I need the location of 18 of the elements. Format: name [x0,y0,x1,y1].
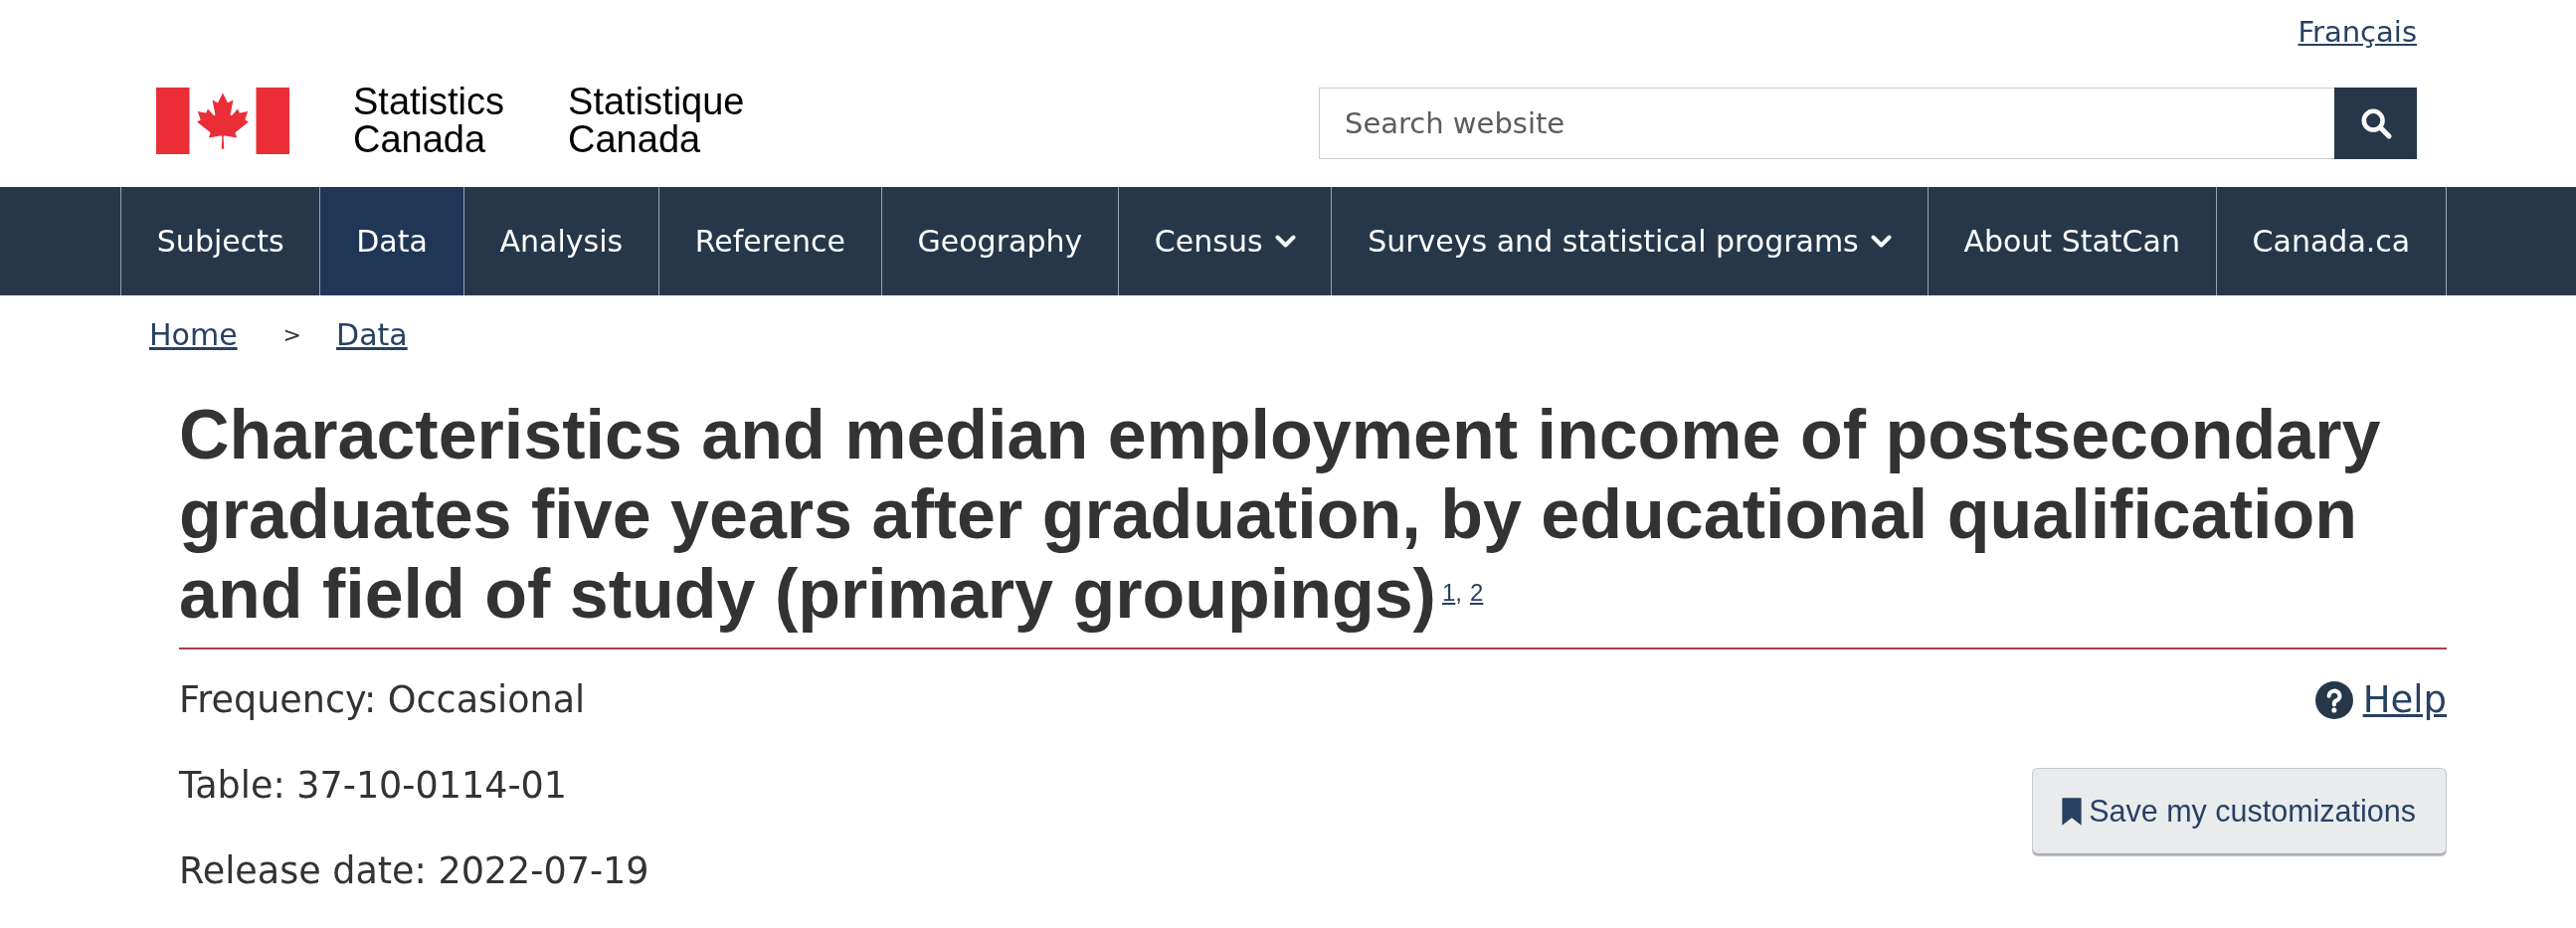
nav-link[interactable]: Data [320,187,464,295]
language-link[interactable]: Français [2298,12,2417,52]
breadcrumb-link[interactable]: Data [336,315,408,355]
agency-name: Statistique Canada [568,83,745,158]
search-button[interactable] [2334,88,2417,159]
agency-name: Statistics Canada [353,83,505,158]
help-icon [2314,681,2353,719]
search-field[interactable]: Search website [1319,88,2334,159]
footnote-link[interactable]: 1 [1441,579,1456,606]
save-button[interactable]: Save my customizations [2032,768,2447,854]
help-link[interactable]: Help [2314,674,2447,726]
footnote-link[interactable]: 2 [1469,579,1484,606]
detail-text: Release date: 2022-07-19 [179,848,649,894]
breadcrumb-separator: > [282,321,302,349]
bookmark-icon [2061,797,2084,826]
detail-text: Table: 37-10-0114-01 [179,763,569,809]
breadcrumb-link[interactable]: Home [149,315,238,355]
detail-text: Frequency: Occasional [179,677,587,723]
